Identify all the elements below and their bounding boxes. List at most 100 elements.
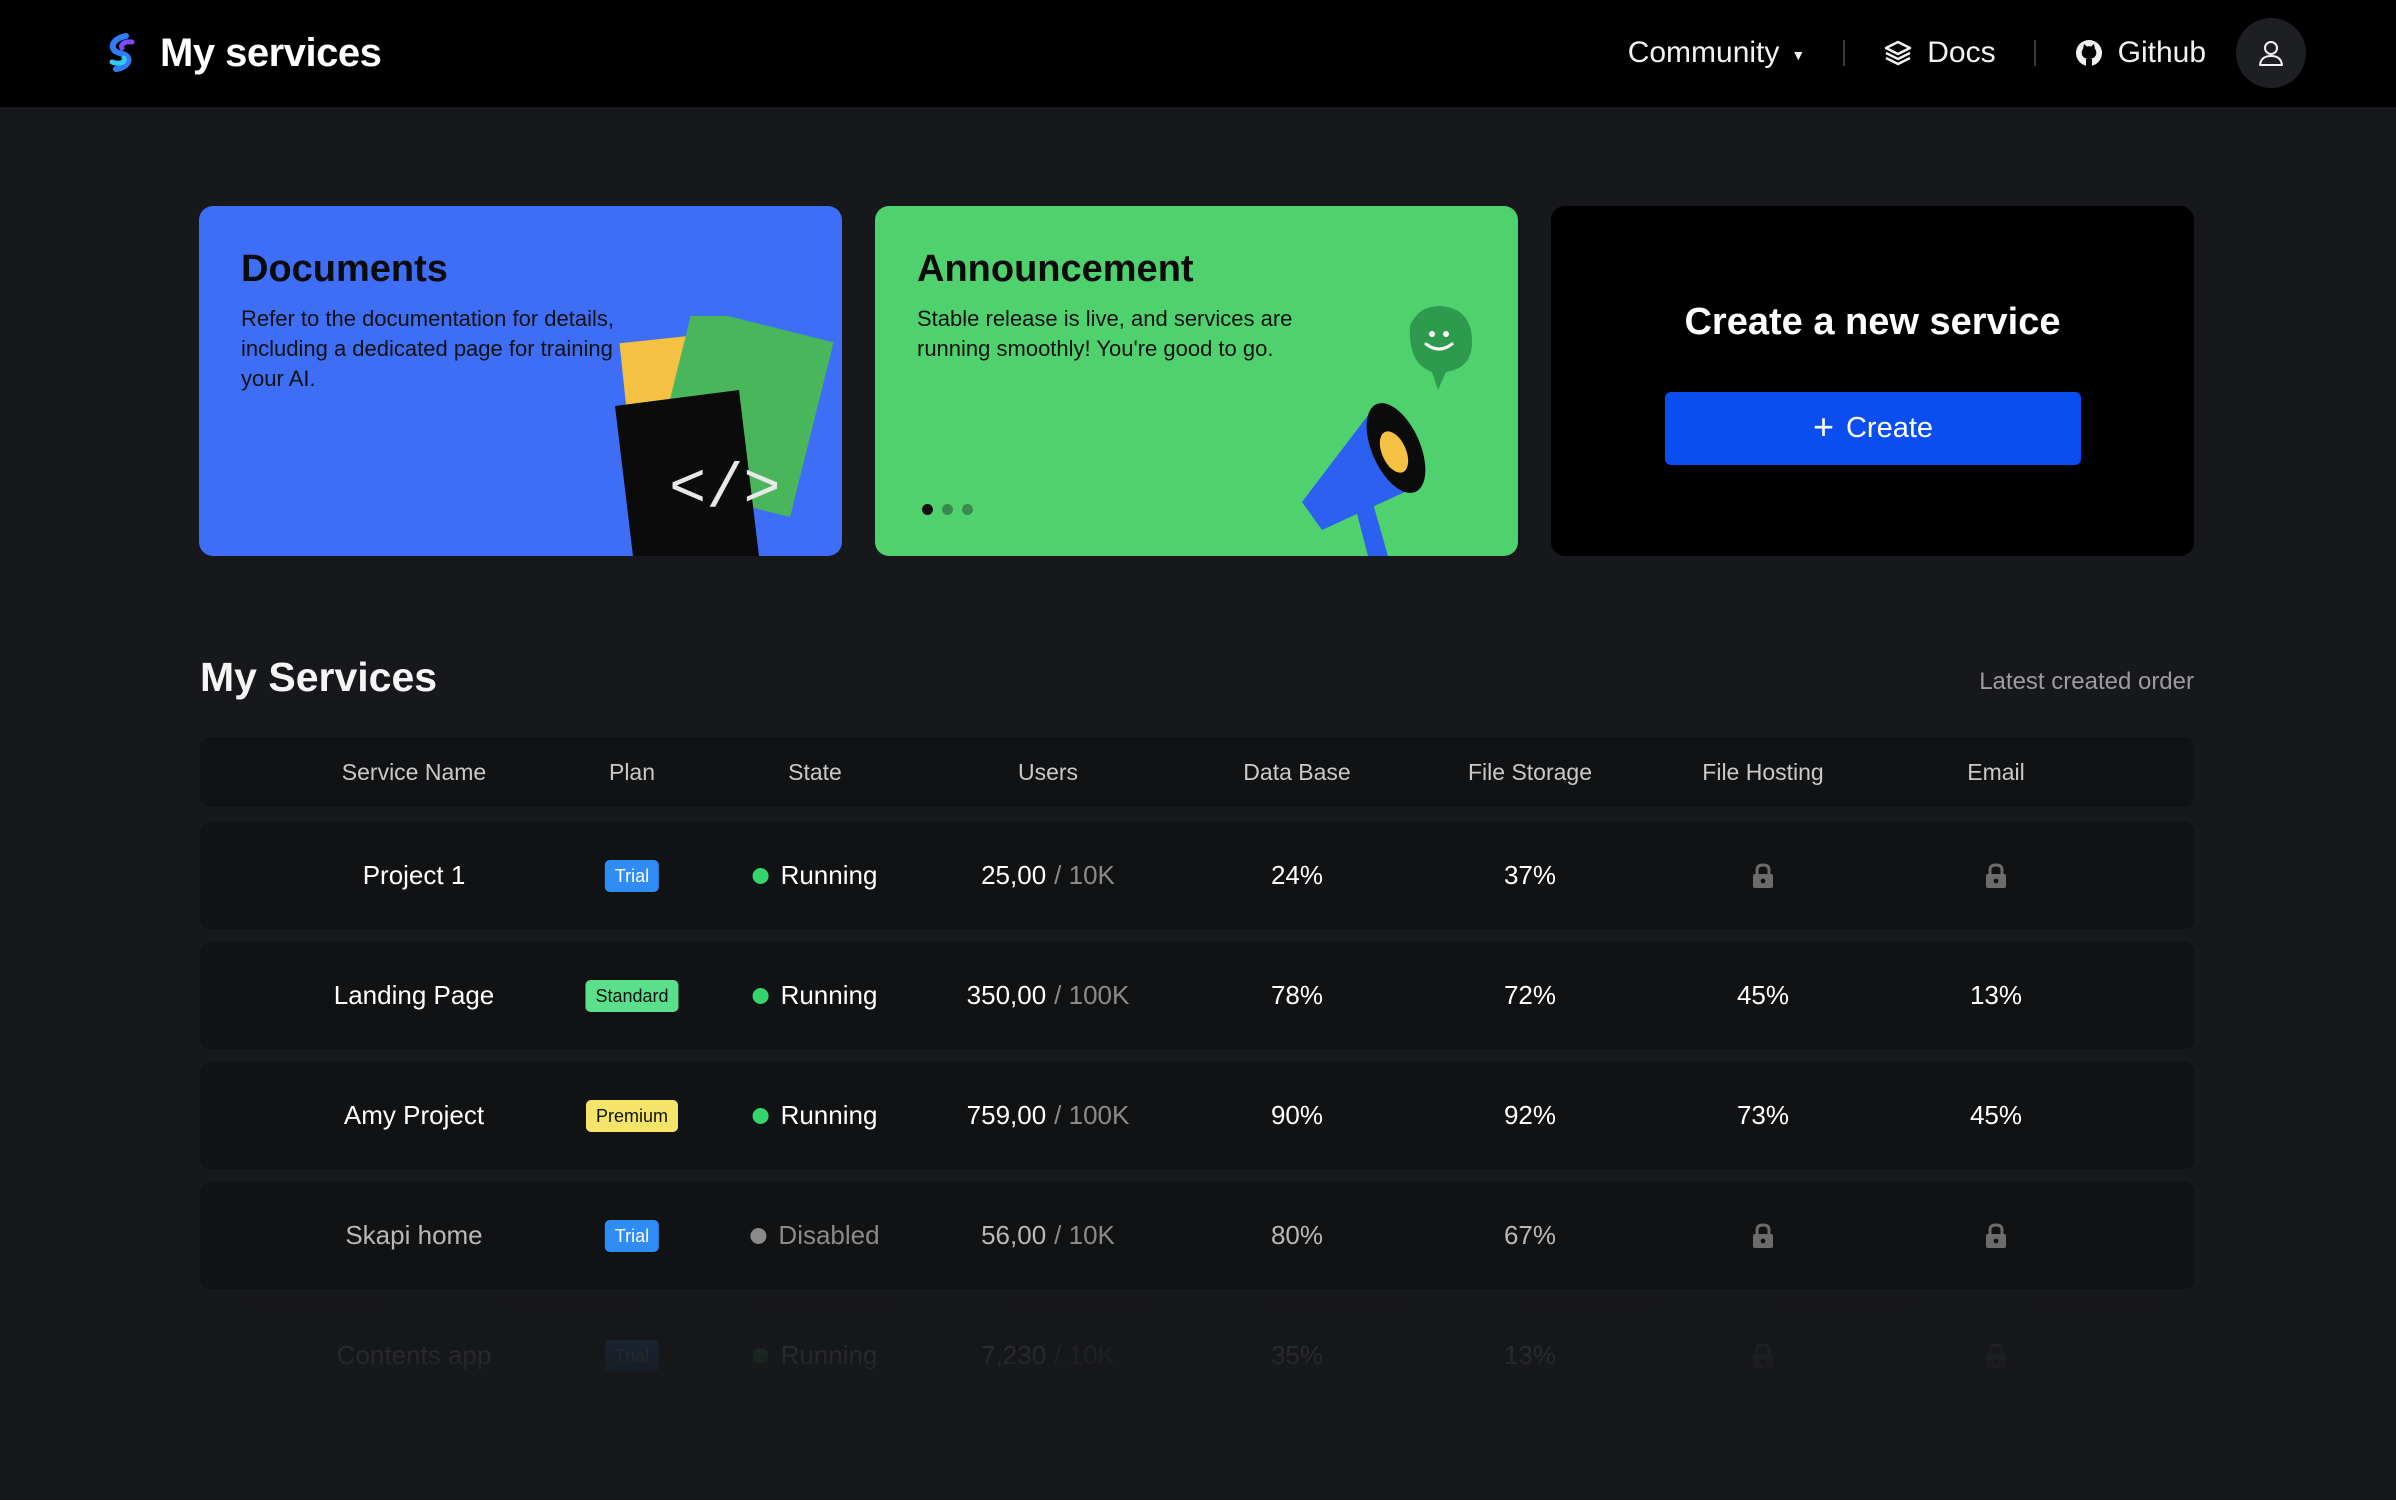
table-header: Service Name Plan State Users Data Base … bbox=[200, 737, 2194, 807]
table-row[interactable]: Skapi home Trial Disabled 56,00/ 10K 80% 67% bbox=[200, 1182, 2194, 1289]
lock-icon bbox=[1753, 1222, 1773, 1248]
status-label: Running bbox=[780, 860, 878, 890]
hosting-usage: 45% bbox=[1736, 980, 1790, 1010]
column-header[interactable]: File Hosting bbox=[1702, 737, 1823, 807]
status-dot bbox=[752, 1107, 769, 1124]
status-label: Running bbox=[780, 1100, 878, 1130]
layers-icon bbox=[1885, 40, 1912, 66]
users-count: 56,00 bbox=[981, 1220, 1047, 1250]
nav-github-label: Github bbox=[2117, 36, 2206, 69]
app-title: My services bbox=[160, 30, 382, 75]
carousel-dot[interactable] bbox=[962, 504, 973, 515]
locked-cell bbox=[1983, 1182, 2009, 1289]
email-usage: 45% bbox=[1969, 1100, 2023, 1130]
plan-badge: Standard bbox=[585, 979, 679, 1012]
create-button-label: Create bbox=[1845, 412, 1934, 444]
locked-cell bbox=[1750, 822, 1776, 929]
plan-cell: Trial bbox=[604, 1182, 660, 1289]
carousel-dot[interactable] bbox=[922, 504, 933, 515]
nav-docs[interactable]: Docs bbox=[1883, 36, 1996, 70]
carousel-dot[interactable] bbox=[942, 504, 953, 515]
services-title: My Services bbox=[200, 654, 438, 700]
plan-cell: Premium bbox=[585, 1062, 679, 1169]
storage-usage: 72% bbox=[1503, 980, 1557, 1010]
megaphone-illustration bbox=[1302, 306, 1472, 556]
state-cell: Running bbox=[752, 822, 878, 929]
status-dot bbox=[752, 867, 769, 884]
status-label: Running bbox=[780, 980, 878, 1010]
users-cell: 350,00/ 100K bbox=[967, 942, 1130, 1049]
nav-divider bbox=[1843, 40, 1846, 66]
email-usage: 13% bbox=[1969, 980, 2023, 1010]
storage-usage: 37% bbox=[1503, 860, 1557, 890]
table-row[interactable]: Project 1 Trial Running 25,00/ 10K 24% 37% bbox=[200, 822, 2194, 929]
brand-logo-icon bbox=[109, 33, 135, 72]
table-row[interactable]: Amy Project Premium Running 759,00/ 100K 90%… bbox=[200, 1062, 2194, 1169]
state-cell: Disabled bbox=[750, 1182, 880, 1289]
documents-card[interactable]: Documents Refer to the documentation for… bbox=[199, 206, 842, 556]
brand[interactable]: My services bbox=[102, 28, 382, 78]
code-document-illustration: </> bbox=[615, 316, 834, 556]
scroll-fade bbox=[180, 1300, 2220, 1420]
plan-cell: Standard bbox=[585, 942, 679, 1049]
announcement-card[interactable]: Announcement Stable release is live, and… bbox=[875, 206, 1518, 556]
locked-cell bbox=[1983, 822, 2009, 929]
status-dot bbox=[752, 987, 769, 1004]
svg-text:</>: </> bbox=[669, 454, 781, 525]
users-limit: / 10K bbox=[1054, 1220, 1115, 1250]
lock-icon bbox=[1986, 862, 2006, 888]
nav-divider bbox=[2033, 40, 2036, 66]
state-cell: Running bbox=[752, 942, 878, 1049]
service-name: Amy Project bbox=[343, 1100, 485, 1130]
state-cell: Running bbox=[752, 1062, 878, 1169]
status-label: Disabled bbox=[778, 1220, 880, 1250]
nav-docs-label: Docs bbox=[1927, 36, 1996, 69]
users-cell: 25,00/ 10K bbox=[981, 822, 1115, 929]
nav-community[interactable]: Community ▼ bbox=[1628, 36, 1806, 70]
column-header[interactable]: Email bbox=[1967, 737, 2025, 807]
announcement-card-title: Announcement bbox=[917, 248, 1194, 290]
profile-button[interactable] bbox=[2236, 18, 2306, 88]
plan-badge: Trial bbox=[604, 1219, 660, 1252]
service-name: Skapi home bbox=[345, 1220, 483, 1250]
plus-icon: + bbox=[1812, 405, 1834, 447]
hosting-usage: 73% bbox=[1736, 1100, 1790, 1130]
create-service-card: Create a new service + Create bbox=[1551, 206, 2194, 556]
column-header[interactable]: File Storage bbox=[1468, 737, 1592, 807]
service-name: Landing Page bbox=[333, 980, 495, 1010]
nav-community-label: Community bbox=[1627, 36, 1780, 69]
documents-card-text: Refer to the documentation for details, … bbox=[241, 306, 614, 391]
users-count: 25,00 bbox=[981, 860, 1047, 890]
lock-icon bbox=[1986, 1222, 2006, 1248]
create-service-title: Create a new service bbox=[1684, 301, 2061, 343]
table-row[interactable]: Landing Page Standard Running 350,00/ 100K 7… bbox=[200, 942, 2194, 1049]
locked-cell bbox=[1750, 1182, 1776, 1289]
column-header[interactable]: State bbox=[788, 737, 842, 807]
database-usage: 90% bbox=[1270, 1100, 1324, 1130]
status-dot bbox=[750, 1227, 767, 1244]
column-header[interactable]: Users bbox=[1018, 737, 1078, 807]
documents-card-title: Documents bbox=[241, 248, 448, 290]
sort-order-toggle[interactable]: Latest created order bbox=[1979, 668, 2194, 696]
column-header[interactable]: Data Base bbox=[1243, 737, 1350, 807]
github-icon bbox=[2075, 40, 2102, 66]
users-limit: / 10K bbox=[1054, 860, 1115, 890]
users-cell: 56,00/ 10K bbox=[981, 1182, 1115, 1289]
nav-github[interactable]: Github bbox=[2074, 36, 2206, 70]
storage-usage: 67% bbox=[1503, 1220, 1557, 1250]
column-header[interactable]: Service Name bbox=[342, 737, 486, 807]
database-usage: 24% bbox=[1270, 860, 1324, 890]
top-nav: Community ▼ Docs Github bbox=[1628, 18, 2306, 88]
service-name: Project 1 bbox=[362, 860, 466, 890]
create-button[interactable]: + Create bbox=[1665, 392, 2081, 465]
storage-usage: 92% bbox=[1503, 1100, 1557, 1130]
users-cell: 759,00/ 100K bbox=[967, 1062, 1130, 1169]
top-bar: My services Community ▼ Docs Github bbox=[0, 0, 2396, 107]
caret-down-icon: ▼ bbox=[1791, 47, 1806, 63]
plan-badge: Premium bbox=[585, 1099, 679, 1132]
column-header[interactable]: Plan bbox=[609, 737, 655, 807]
database-usage: 80% bbox=[1270, 1220, 1324, 1250]
users-limit: / 100K bbox=[1054, 1100, 1130, 1130]
users-limit: / 100K bbox=[1054, 980, 1130, 1010]
plan-cell: Trial bbox=[604, 822, 660, 929]
